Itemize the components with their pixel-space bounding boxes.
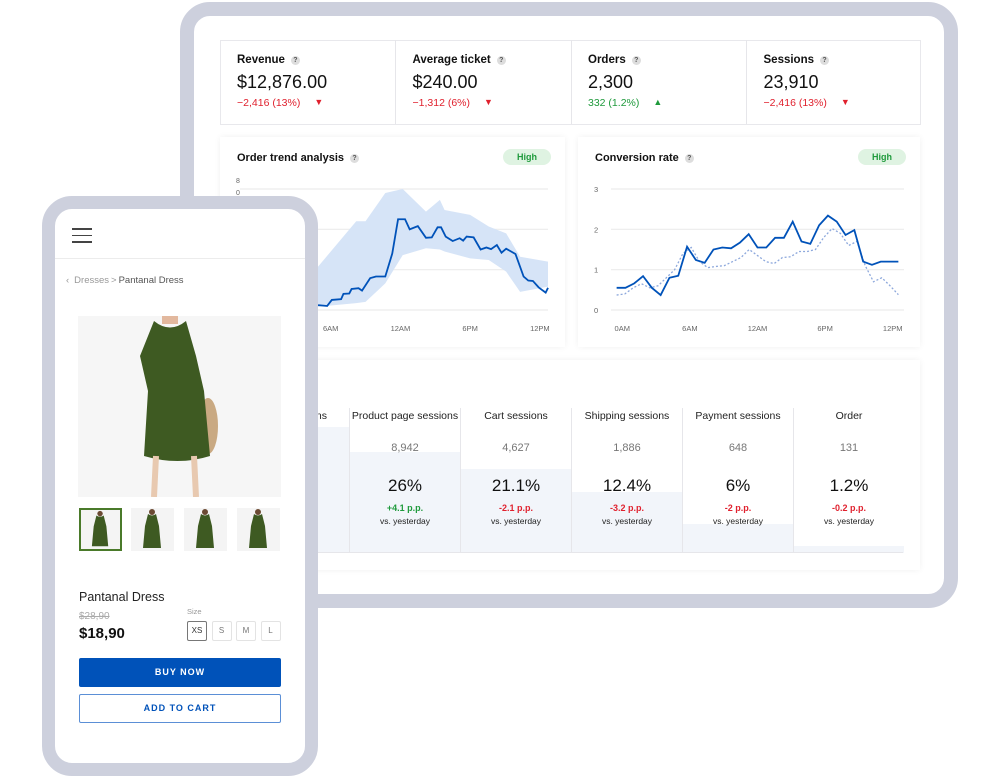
funnel-change: -2 p.p. — [724, 503, 752, 513]
x-tick-label: 6PM — [817, 324, 832, 333]
x-tick-label: 12AM — [391, 324, 411, 333]
funnel-column: Order 131 1.2% -0.2 p.p. vs. yesterday — [793, 408, 904, 553]
breadcrumb: ‹ Dresses > Pantanal Dress — [66, 275, 184, 286]
y-tick-label: 8 — [236, 178, 240, 185]
x-tick-label: 6AM — [323, 324, 338, 333]
y-tick-label: 1 — [594, 266, 598, 275]
x-tick-label: 6AM — [682, 324, 697, 333]
y-tick-label: 2 — [594, 225, 598, 234]
old-price: $28,90 — [79, 611, 110, 622]
price: $18,90 — [79, 625, 125, 642]
funnel-label: Cart sessions — [484, 410, 548, 422]
funnel-label: Payment sessions — [695, 410, 781, 422]
x-tick-label: 12PM — [883, 324, 903, 333]
funnel-count: 648 — [728, 442, 748, 454]
size-option-m[interactable]: M — [236, 621, 256, 641]
header-divider — [55, 258, 305, 259]
funnel-baseline — [238, 552, 903, 553]
funnel-change: -2.1 p.p. — [498, 503, 533, 513]
funnel-label: Order — [835, 410, 863, 422]
size-option-l[interactable]: L — [260, 621, 281, 641]
product-image[interactable] — [78, 316, 281, 497]
product-thumbnail[interactable] — [131, 508, 174, 551]
funnel-column: Cart sessions 4,627 21.1% -2.1 p.p. vs. … — [460, 408, 571, 553]
funnel-column: Payment sessions 648 6% -2 p.p. vs. yest… — [682, 408, 793, 553]
funnel-label: Shipping sessions — [584, 410, 670, 422]
product-thumbnail[interactable] — [79, 508, 122, 551]
funnel-compare: vs. yesterday — [712, 516, 764, 526]
funnel-compare: vs. yesterday — [823, 516, 875, 526]
y-tick-label: 0 — [594, 306, 598, 315]
funnel-column: Product page sessions 8,942 26% +4.1 p.p… — [349, 408, 460, 553]
y-tick-label: 3 — [594, 185, 598, 194]
funnel-change: +4.1 p.p. — [386, 503, 424, 513]
funnel-compare: vs. yesterday — [601, 516, 653, 526]
back-chevron-icon[interactable]: ‹ — [66, 275, 69, 286]
funnel-compare: vs. yesterday — [490, 516, 542, 526]
product-thumbnail[interactable] — [184, 508, 227, 551]
x-tick-label: 0AM — [615, 324, 630, 333]
breadcrumb-separator: > — [111, 275, 117, 286]
product-title: Pantanal Dress — [79, 590, 165, 604]
x-tick-label: 6PM — [462, 324, 477, 333]
funnel-count: 4,627 — [502, 442, 530, 454]
add-to-cart-button[interactable]: ADD TO CART — [79, 694, 281, 723]
size-option-xs[interactable]: XS — [187, 621, 207, 641]
funnel-label: Product page sessions — [351, 410, 459, 422]
funnel-percent: 26% — [387, 476, 423, 495]
breadcrumb-dresses[interactable]: Dresses — [74, 275, 109, 286]
funnel-count: 131 — [839, 442, 859, 454]
size-option-s[interactable]: S — [211, 621, 232, 641]
hamburger-menu-icon[interactable] — [72, 228, 92, 243]
breadcrumb-current: Pantanal Dress — [118, 275, 184, 286]
funnel-count: 1,886 — [613, 442, 641, 454]
buy-now-button[interactable]: BUY NOW — [79, 658, 281, 687]
funnel-change: -3.2 p.p. — [609, 503, 644, 513]
x-tick-label: 12AM — [748, 324, 768, 333]
funnel-percent: 6% — [725, 476, 751, 495]
product-thumbnail[interactable] — [237, 508, 280, 551]
funnel-percent: 1.2% — [829, 476, 869, 495]
funnel-change: -0.2 p.p. — [831, 503, 866, 513]
funnel-percent: 21.1% — [491, 476, 541, 495]
size-label: Size — [187, 607, 202, 616]
funnel-compare: vs. yesterday — [379, 516, 431, 526]
funnel-bar — [683, 524, 793, 553]
x-tick-label: 12PM — [530, 324, 550, 333]
funnel-count: 8,942 — [391, 442, 419, 454]
funnel-percent: 12.4% — [602, 476, 652, 495]
funnel-column: Shipping sessions 1,886 12.4% -3.2 p.p. … — [571, 408, 682, 553]
